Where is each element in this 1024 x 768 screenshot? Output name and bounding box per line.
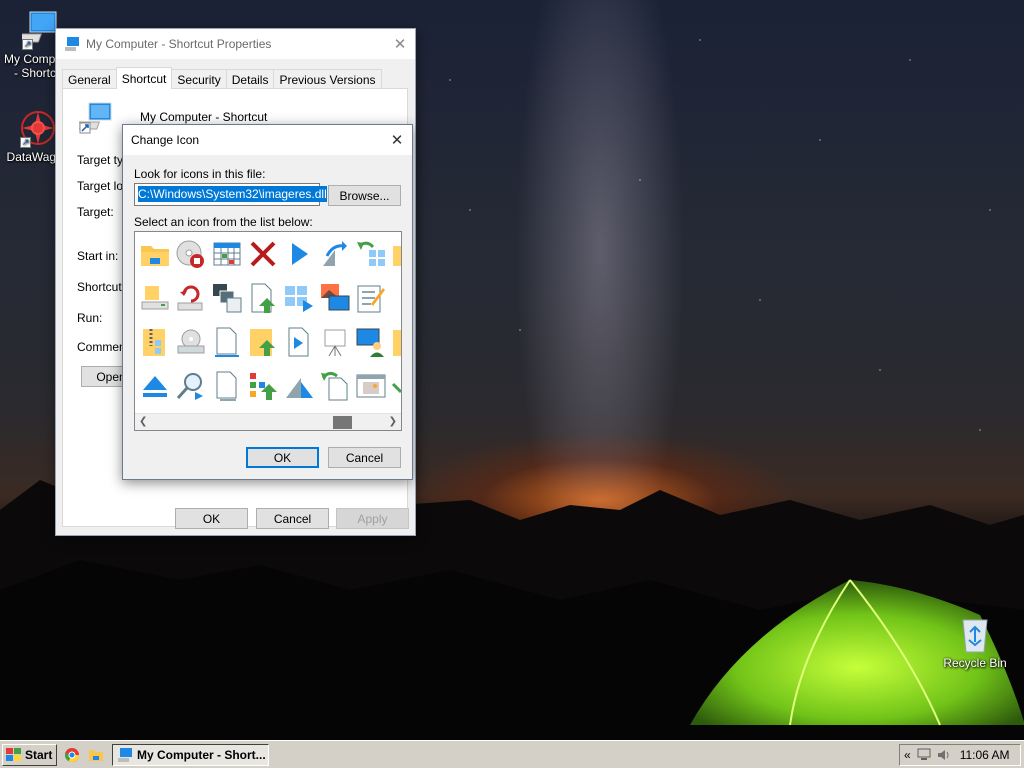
fold-arrow-icon[interactable] bbox=[283, 370, 315, 402]
red-x-icon[interactable] bbox=[247, 238, 279, 270]
back-document-icon[interactable] bbox=[319, 370, 351, 402]
tab-shortcut[interactable]: Shortcut bbox=[115, 67, 173, 89]
change-icon-titlebar[interactable]: Change Icon ✕ bbox=[123, 125, 412, 155]
play-icon[interactable] bbox=[283, 238, 315, 270]
partial-green-icon[interactable] bbox=[391, 370, 402, 402]
desktop-icon-recycle-bin[interactable]: Recycle Bin bbox=[937, 614, 1013, 670]
close-button[interactable]: ✕ bbox=[382, 125, 412, 155]
shortcut-arrow-icon: ↗ bbox=[22, 39, 33, 50]
ok-button[interactable]: OK bbox=[246, 447, 319, 468]
icon-file-input[interactable]: C:\Windows\System32\imageres.dll bbox=[134, 183, 327, 206]
icon-list-label: Select an icon from the list below: bbox=[134, 215, 313, 229]
blank-document-icon[interactable] bbox=[211, 326, 243, 358]
shortcut-name: My Computer - Shortcut bbox=[140, 110, 268, 124]
target-label: Target: bbox=[77, 205, 114, 219]
scroll-left-icon[interactable]: ❮ bbox=[139, 416, 147, 427]
user-monitor-icon[interactable] bbox=[355, 326, 387, 358]
clock[interactable]: 11:06 AM bbox=[960, 748, 1010, 762]
browse-button[interactable]: Browse... bbox=[328, 185, 401, 206]
volume-icon[interactable] bbox=[937, 748, 951, 762]
eject-icon[interactable] bbox=[139, 370, 171, 402]
taskbar-item-properties[interactable]: My Computer - Short... bbox=[112, 744, 269, 766]
cancel-button[interactable]: Cancel bbox=[328, 447, 401, 468]
disc-stop-icon[interactable] bbox=[175, 238, 207, 270]
folder-upload-icon[interactable] bbox=[247, 326, 279, 358]
file-upload-icon[interactable] bbox=[247, 282, 279, 314]
image-window-icon[interactable] bbox=[355, 370, 387, 402]
media-file-icon[interactable] bbox=[283, 326, 315, 358]
dialog-title: Change Icon bbox=[131, 133, 200, 147]
tree-upload-icon[interactable] bbox=[247, 370, 279, 402]
copy-windows-icon[interactable] bbox=[211, 282, 243, 314]
computer-icon bbox=[65, 37, 79, 51]
optical-drive-icon[interactable] bbox=[175, 326, 207, 358]
tab-details[interactable]: Details bbox=[225, 69, 275, 89]
start-button[interactable]: Start bbox=[2, 744, 57, 766]
calendar-grid-icon[interactable] bbox=[211, 238, 243, 270]
drive-icon[interactable] bbox=[139, 282, 171, 314]
close-button[interactable]: ✕ bbox=[385, 29, 415, 59]
scroll-right-icon[interactable]: ❯ bbox=[389, 416, 397, 427]
picture-monitor-icon[interactable] bbox=[319, 282, 351, 314]
network-icon[interactable] bbox=[917, 748, 933, 762]
taskbar: Start My Computer - Short... « 11:06 AM bbox=[0, 740, 1024, 768]
folder-partial-icon[interactable] bbox=[391, 326, 402, 358]
taskbar-item-label: My Computer - Short... bbox=[137, 748, 266, 762]
tiles-play-icon[interactable] bbox=[283, 282, 315, 314]
cancel-button[interactable]: Cancel bbox=[256, 508, 329, 529]
text-document-icon[interactable] bbox=[211, 370, 243, 402]
start-label: Start bbox=[25, 748, 53, 762]
file-explorer-icon[interactable] bbox=[88, 747, 104, 763]
properties-titlebar[interactable]: My Computer - Shortcut Properties ✕ bbox=[56, 29, 415, 59]
computer-icon bbox=[79, 102, 112, 134]
folder-partial-icon[interactable] bbox=[391, 238, 402, 270]
run-label: Run: bbox=[77, 311, 103, 325]
projector-icon[interactable] bbox=[319, 326, 351, 358]
icon-file-value: C:\Windows\System32\imageres.dll bbox=[138, 186, 327, 202]
shortcut-arrow-icon: ↗ bbox=[20, 137, 31, 148]
chrome-icon[interactable] bbox=[64, 747, 80, 763]
windows-flag-icon bbox=[6, 748, 21, 761]
share-arrow-icon[interactable] bbox=[319, 238, 351, 270]
start-in-label: Start in: bbox=[77, 249, 119, 263]
ok-button[interactable]: OK bbox=[175, 508, 248, 529]
desktop-icon-label: Recycle Bin bbox=[943, 656, 1007, 670]
datawagon-icon: ↗ bbox=[20, 108, 56, 148]
undo-tiles-icon[interactable] bbox=[355, 238, 387, 270]
tab-general[interactable]: General bbox=[62, 69, 117, 89]
icon-list[interactable]: ❮ ❯ bbox=[134, 231, 402, 431]
computer-icon: ↗ bbox=[13, 10, 58, 50]
tray-expand-icon[interactable]: « bbox=[904, 748, 911, 762]
icon-list-scrollbar[interactable]: ❮ ❯ bbox=[135, 413, 401, 430]
change-icon-dialog: Change Icon ✕ Look for icons in this fil… bbox=[122, 124, 413, 480]
refresh-drive-icon[interactable] bbox=[175, 282, 207, 314]
search-icon[interactable] bbox=[175, 370, 207, 402]
system-tray: « 11:06 AM bbox=[899, 744, 1021, 766]
tab-security[interactable]: Security bbox=[171, 69, 227, 89]
properties-tabs: General Shortcut Security Details Previo… bbox=[62, 67, 382, 89]
zip-folder-icon[interactable] bbox=[139, 326, 171, 358]
scrollbar-thumb[interactable] bbox=[333, 416, 352, 429]
edit-checklist-icon[interactable] bbox=[355, 282, 387, 314]
window-title: My Computer - Shortcut Properties bbox=[86, 37, 272, 51]
folder-icon[interactable] bbox=[139, 238, 171, 270]
recycle-bin-icon bbox=[957, 614, 993, 654]
tab-previous-versions[interactable]: Previous Versions bbox=[273, 69, 382, 89]
computer-icon bbox=[118, 748, 132, 762]
file-label: Look for icons in this file: bbox=[134, 167, 266, 181]
apply-button[interactable]: Apply bbox=[336, 508, 409, 529]
